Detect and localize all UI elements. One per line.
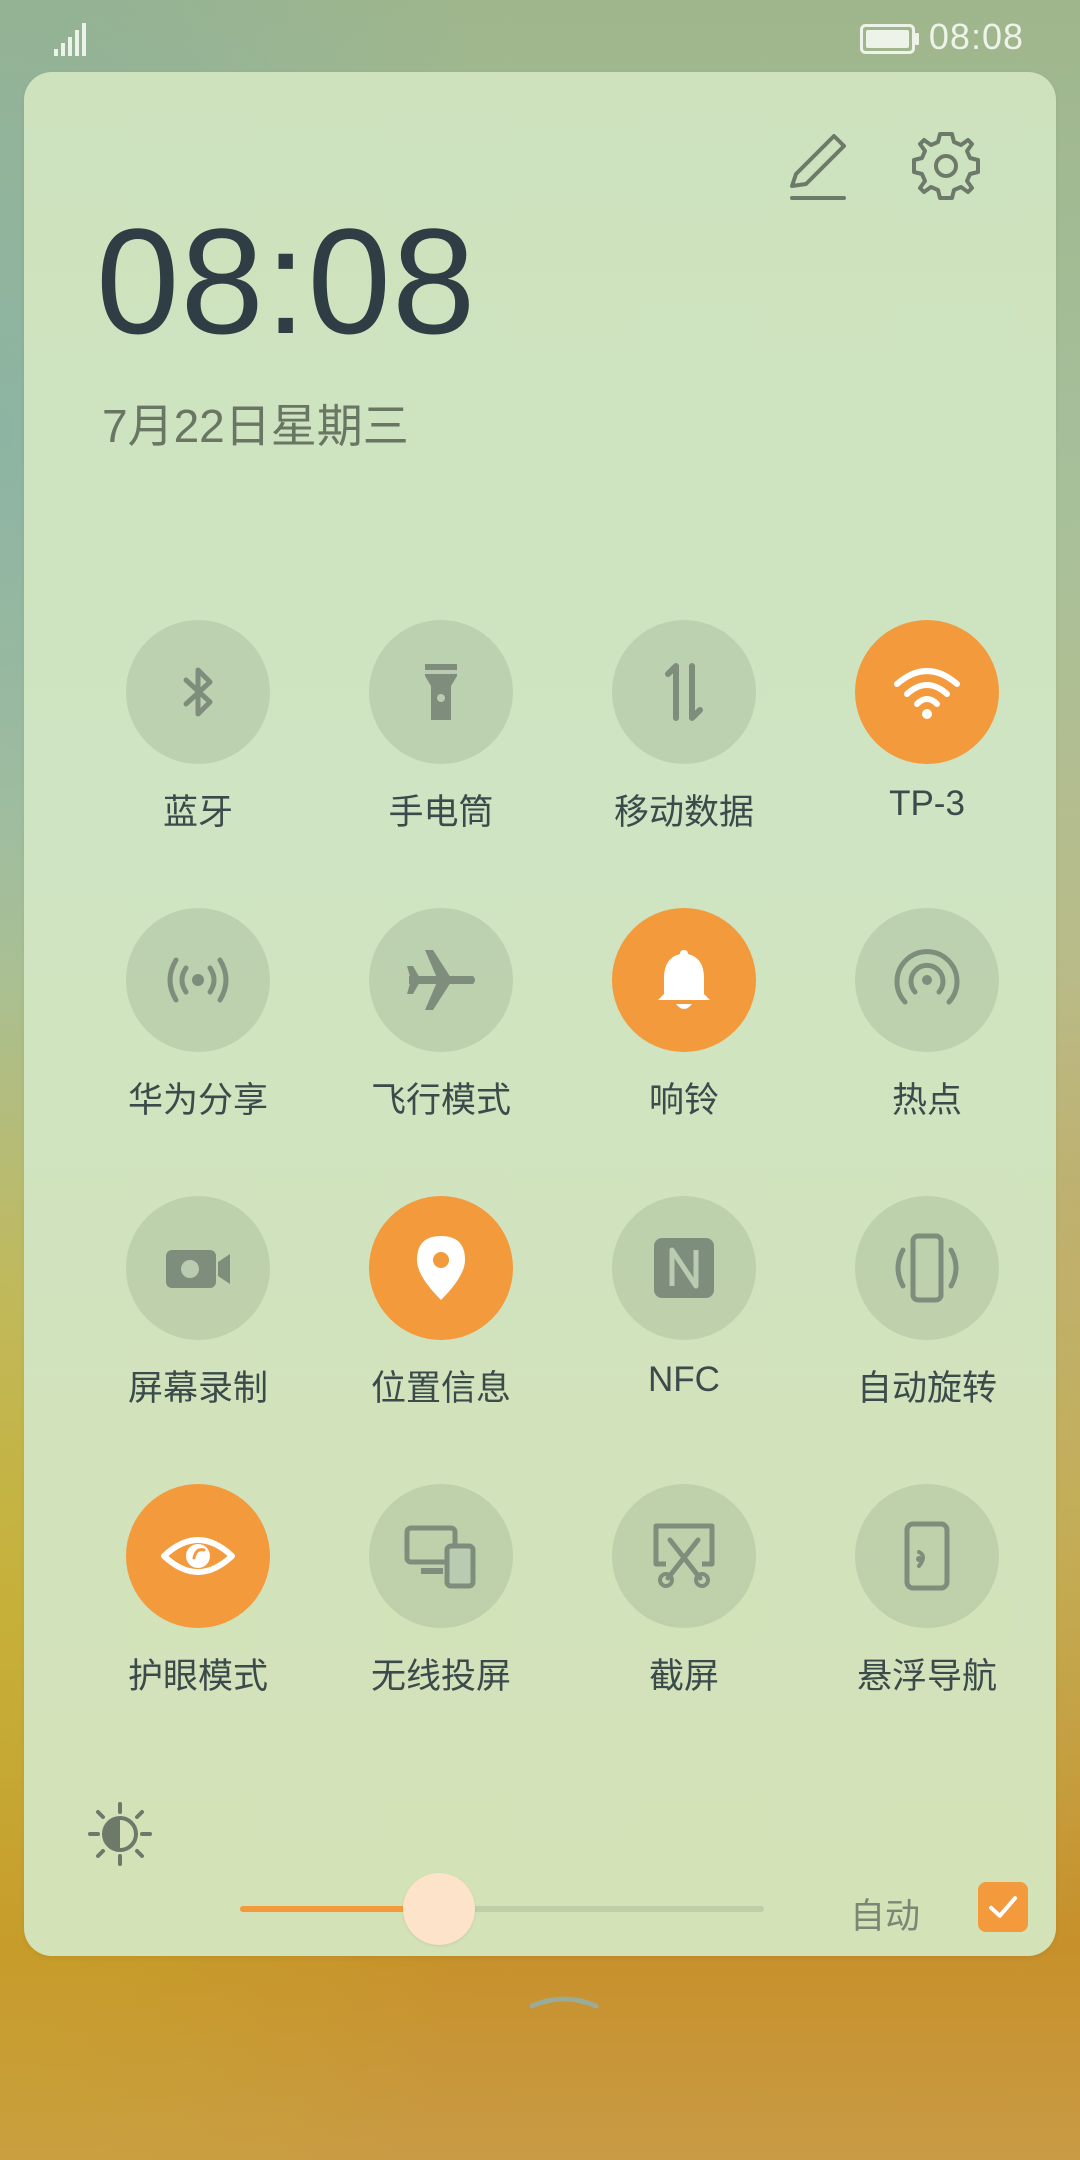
- tile-circle[interactable]: [855, 1484, 999, 1628]
- tile-label: 屏幕录制: [127, 1369, 268, 1408]
- tile-label: 悬浮导航: [856, 1657, 997, 1696]
- check-icon: [989, 1896, 1017, 1918]
- tile-label: 响铃: [648, 1081, 719, 1120]
- tile-circle[interactable]: [612, 908, 756, 1052]
- tile-label: 飞行模式: [370, 1081, 511, 1120]
- tile-circle[interactable]: [369, 1484, 513, 1628]
- location-icon: [417, 1236, 465, 1300]
- tile-circle[interactable]: [855, 908, 999, 1052]
- tile-label: 护眼模式: [127, 1657, 268, 1696]
- tile-label: 自动旋转: [856, 1369, 997, 1408]
- brightness-slider[interactable]: [240, 1873, 764, 1945]
- tile-floating-nav[interactable]: 悬浮导航: [827, 1484, 1027, 1724]
- eye-icon: [161, 1537, 235, 1575]
- tile-label: 位置信息: [370, 1369, 511, 1408]
- tile-label: NFC: [648, 1360, 720, 1399]
- tile-label: 热点: [891, 1081, 962, 1120]
- clock: 08:08: [96, 197, 477, 365]
- tile-bluetooth[interactable]: 蓝牙: [98, 620, 298, 860]
- tile-auto-rotate[interactable]: 自动旋转: [827, 1196, 1027, 1436]
- tile-ring[interactable]: 响铃: [584, 908, 784, 1148]
- tile-label: 蓝牙: [162, 793, 233, 832]
- tile-wireless-projection[interactable]: 无线投屏: [341, 1484, 541, 1724]
- status-time: 08:08: [928, 16, 1024, 57]
- hotspot-icon: [894, 949, 960, 1005]
- bluetooth-icon: [183, 667, 213, 717]
- auto-rotate-icon: [895, 1233, 959, 1303]
- tile-screenshot[interactable]: 截屏: [584, 1484, 784, 1724]
- date: 7月22日星期三: [102, 400, 409, 452]
- tile-circle[interactable]: [855, 1196, 999, 1340]
- battery-icon: [860, 24, 919, 54]
- tile-location[interactable]: 位置信息: [341, 1196, 541, 1436]
- bell-icon: [658, 950, 710, 1009]
- tile-mobile-data[interactable]: 移动数据: [584, 620, 784, 860]
- tile-label: 移动数据: [613, 793, 754, 832]
- auto-brightness-checkbox[interactable]: [978, 1882, 1028, 1932]
- tile-circle[interactable]: [369, 620, 513, 764]
- tile-circle[interactable]: [612, 1484, 756, 1628]
- tile-label: TP-3: [889, 784, 965, 823]
- tile-eye-comfort[interactable]: 护眼模式: [98, 1484, 298, 1724]
- tile-label: 无线投屏: [370, 1657, 511, 1696]
- tile-hotspot[interactable]: 热点: [827, 908, 1027, 1148]
- wifi-icon: [894, 668, 960, 719]
- tile-wifi[interactable]: TP-3: [827, 620, 1027, 860]
- settings-button[interactable]: [910, 130, 982, 202]
- screen-record-icon: [166, 1250, 230, 1288]
- tile-label: 手电筒: [388, 793, 494, 832]
- flashlight-icon: [425, 664, 457, 720]
- tile-screen-record[interactable]: 屏幕录制: [98, 1196, 298, 1436]
- wireless-projection-icon: [404, 1525, 476, 1589]
- nfc-icon: [654, 1238, 714, 1298]
- screenshot-icon: [653, 1523, 715, 1588]
- signal-icon: [54, 23, 86, 56]
- tile-circle[interactable]: [612, 620, 756, 764]
- tile-circle[interactable]: [369, 908, 513, 1052]
- tile-nfc[interactable]: NFC: [584, 1196, 784, 1436]
- gear-icon: [912, 132, 980, 200]
- tile-label: 截屏: [648, 1657, 719, 1696]
- tile-circle[interactable]: [126, 1196, 270, 1340]
- tile-circle[interactable]: [126, 908, 270, 1052]
- floating-nav-icon: [904, 1521, 950, 1591]
- status-bar: 08:08: [0, 0, 1080, 76]
- collapse-handle[interactable]: [526, 1988, 602, 2012]
- quick-settings-panel: 08:08 7月22日星期三 蓝牙 手电筒 移动数据 TP-3 华为分享 飞行模…: [24, 72, 1056, 2009]
- tile-airplane-mode[interactable]: 飞行模式: [341, 908, 541, 1148]
- edit-button[interactable]: [782, 130, 854, 202]
- tile-flashlight[interactable]: 手电筒: [341, 620, 541, 860]
- auto-brightness-label: 自动: [850, 1897, 921, 1936]
- tile-circle[interactable]: [369, 1196, 513, 1340]
- tile-label: 华为分享: [127, 1081, 268, 1120]
- edit-icon: [790, 134, 846, 200]
- mobile-data-icon: [665, 663, 703, 721]
- airplane-icon: [407, 950, 475, 1010]
- share-icon: [167, 957, 229, 1003]
- tile-circle[interactable]: [855, 620, 999, 764]
- brightness-slider-thumb[interactable]: [403, 1873, 476, 1945]
- tile-huawei-share[interactable]: 华为分享: [98, 908, 298, 1148]
- tile-circle[interactable]: [126, 1484, 270, 1628]
- tile-circle[interactable]: [126, 620, 270, 764]
- brightness-icon: [88, 1802, 152, 1866]
- tile-circle[interactable]: [612, 1196, 756, 1340]
